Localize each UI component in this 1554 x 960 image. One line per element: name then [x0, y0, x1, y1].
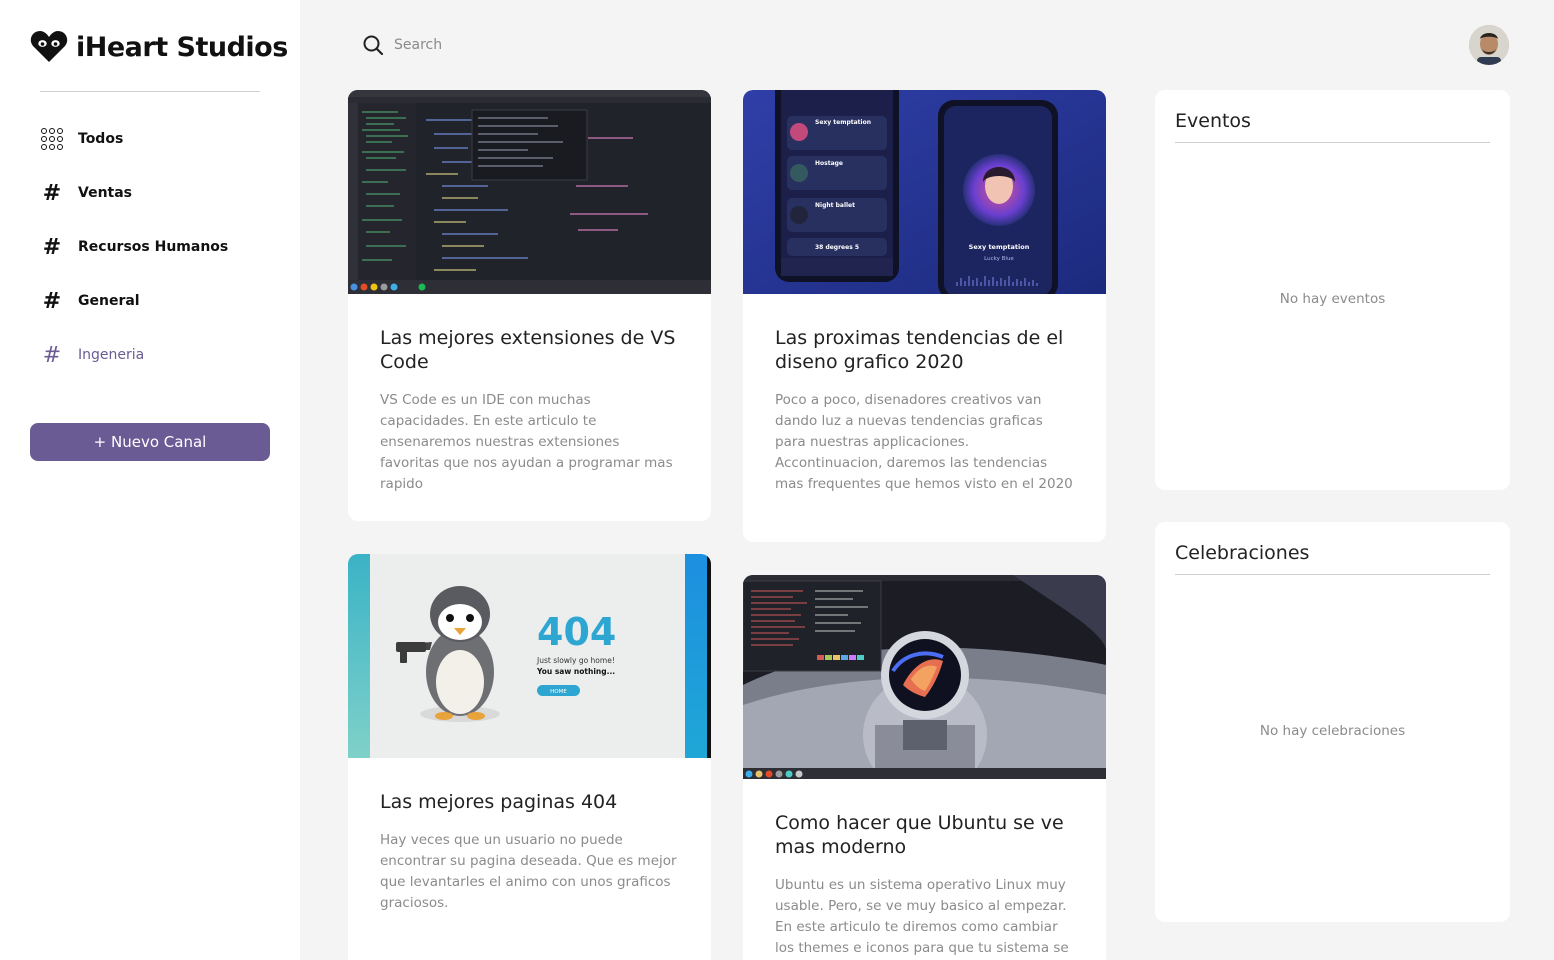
widget-title: Celebraciones	[1175, 542, 1310, 564]
track-title-1: Sexy temptation	[815, 119, 871, 126]
events-empty-state: No hay eventos	[1279, 291, 1386, 307]
card-excerpt: Hay veces que un usuario no puede encont…	[380, 832, 677, 911]
hash-icon: #	[42, 180, 62, 206]
brand[interactable]: iHeart Studios	[30, 28, 288, 66]
track-title-3: Night ballet	[815, 202, 855, 209]
sidebar-item-label: Ingeneria	[78, 347, 145, 363]
celebrations-empty-state: No hay celebraciones	[1259, 723, 1406, 739]
article-card-design-trends[interactable]: Sexy temptation Hostage Night ballet 38 …	[743, 90, 1106, 542]
now-playing-artist: Lucky Blue	[984, 256, 1014, 262]
hash-icon: #	[42, 234, 62, 260]
ubuntu-desktop-screenshot	[743, 575, 1106, 779]
music-app-mockup: Sexy temptation Hostage Night ballet 38 …	[743, 90, 1106, 294]
now-playing-title: Sexy temptation	[969, 243, 1030, 251]
card-excerpt: Poco a poco, disenadores creativos van d…	[775, 392, 1073, 492]
sidebar-item-label: Recursos Humanos	[78, 239, 229, 255]
card-title[interactable]: Las mejores paginas 404	[380, 790, 679, 814]
card-body: Las mejores paginas 404 Hay veces que un…	[348, 758, 711, 940]
track-title-2: Hostage	[815, 160, 843, 167]
card-title[interactable]: Las mejores extensiones de VS Code	[380, 326, 679, 374]
sidebar-item-label: General	[78, 293, 140, 309]
hash-icon: #	[42, 342, 62, 368]
new-channel-button[interactable]: + Nuevo Canal	[30, 423, 270, 461]
sidebar: iHeart Studios Todos # Ventas # Recursos…	[0, 0, 300, 960]
brand-name: iHeart Studios	[76, 31, 288, 63]
404-page-illustration: 404 Just slowly go home! You saw nothing…	[348, 554, 711, 758]
events-widget: Eventos No hay eventos	[1155, 90, 1510, 490]
sidebar-item-label: Todos	[78, 131, 124, 147]
thumb-line-1: Just slowly go home!	[536, 656, 615, 665]
search-bar	[362, 34, 694, 56]
celebrations-widget: Celebraciones No hay celebraciones	[1155, 522, 1510, 922]
card-title[interactable]: Como hacer que Ubuntu se ve mas moderno	[775, 811, 1074, 859]
card-body: Las proximas tendencias de el diseno gra…	[743, 294, 1106, 521]
hash-icon: #	[42, 288, 62, 314]
sidebar-item-ventas[interactable]: # Ventas	[40, 166, 280, 220]
card-excerpt: VS Code es un IDE con muchas capacidades…	[380, 392, 673, 492]
sidebar-item-general[interactable]: # General	[40, 274, 280, 328]
search-input[interactable]	[394, 37, 694, 53]
sidebar-item-todos[interactable]: Todos	[40, 112, 280, 166]
search-icon	[363, 35, 384, 56]
card-title[interactable]: Las proximas tendencias de el diseno gra…	[775, 326, 1074, 374]
article-card-vscode[interactable]: Las mejores extensiones de VS Code VS Co…	[348, 90, 711, 521]
widget-divider	[1175, 574, 1490, 575]
sidebar-item-recursos-humanos[interactable]: # Recursos Humanos	[40, 220, 280, 274]
sidebar-item-label: Ventas	[78, 185, 133, 201]
article-card-ubuntu[interactable]: Como hacer que Ubuntu se ve mas moderno …	[743, 575, 1106, 960]
error-code: 404	[537, 610, 616, 654]
sidebar-item-ingeneria[interactable]: # Ingeneria	[40, 328, 280, 382]
track-title-4: 38 degrees 5	[815, 244, 859, 251]
thumb-home-button: HOME	[550, 689, 567, 695]
article-card-404[interactable]: 404 Just slowly go home! You saw nothing…	[348, 554, 711, 960]
card-excerpt: Ubuntu es un sistema operativo Linux muy…	[775, 877, 1069, 956]
user-avatar-image	[1469, 25, 1509, 65]
card-body: Las mejores extensiones de VS Code VS Co…	[348, 294, 711, 521]
widget-title: Eventos	[1175, 110, 1251, 132]
sidebar-divider	[40, 91, 260, 92]
channel-nav: Todos # Ventas # Recursos Humanos # Gene…	[40, 112, 280, 382]
thumb-line-2: You saw nothing...	[536, 667, 615, 676]
avatar[interactable]	[1469, 25, 1509, 65]
heart-logo-icon	[30, 31, 68, 62]
grid-dots-icon	[40, 127, 64, 151]
vscode-screenshot	[348, 90, 711, 294]
card-body: Como hacer que Ubuntu se ve mas moderno …	[743, 779, 1106, 960]
widget-divider	[1175, 142, 1490, 143]
